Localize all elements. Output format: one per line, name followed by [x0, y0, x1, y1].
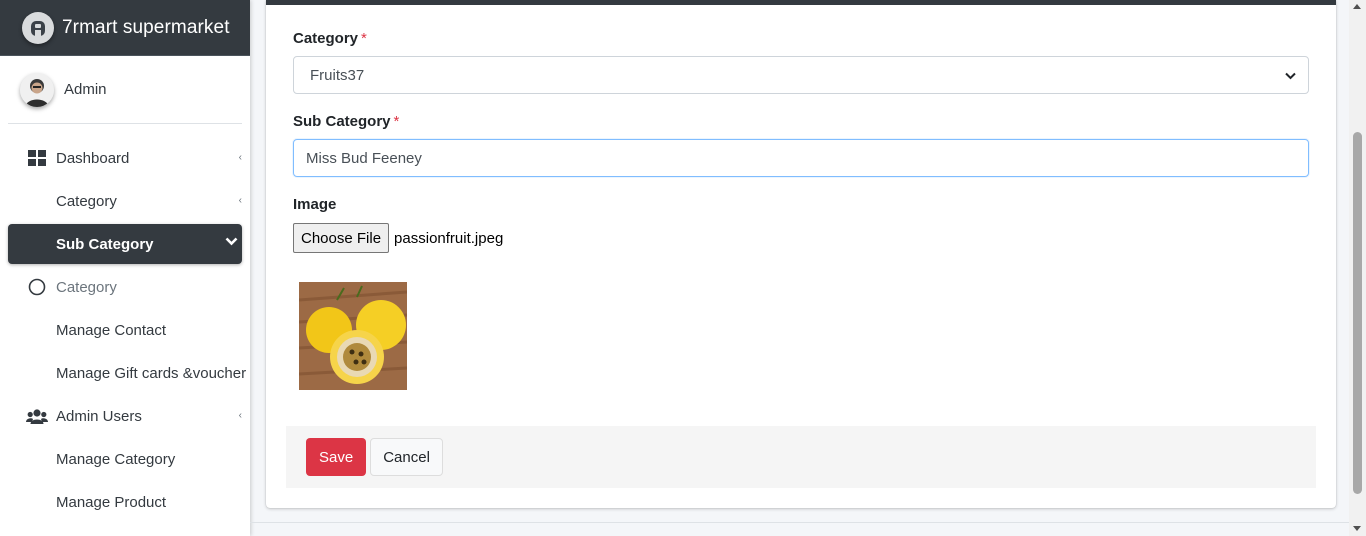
sidebar-item-manage-gift-cards[interactable]: Manage Gift cards &voucher [8, 353, 246, 393]
category-select[interactable]: Fruits37 [293, 56, 1309, 94]
sidebar-nav: Dashboard ‹ Category ‹ Sub Category Cate… [0, 138, 250, 522]
sub-category-label-text: Sub Category [293, 113, 391, 130]
sidebar-item-label: Category [56, 278, 117, 296]
category-select-value: Fruits37 [310, 66, 365, 84]
sidebar-item-dashboard[interactable]: Dashboard ‹ [8, 138, 242, 178]
category-label-text: Category [293, 30, 359, 47]
sidebar-item-sub-category[interactable]: Sub Category [8, 224, 242, 264]
sub-category-input-value: Miss Bud Feeney [306, 149, 422, 167]
required-marker: * [361, 30, 367, 47]
sub-category-input[interactable]: Miss Bud Feeney [293, 139, 1309, 177]
card-top-border [266, 0, 1336, 5]
category-group: Category * Fruits37 [293, 30, 1309, 94]
category-label: Category * [293, 30, 1309, 47]
brand-circle-icon [22, 11, 54, 44]
scrollbar-thumb[interactable] [1353, 132, 1362, 494]
sidebar: 7rmart supermarket Admin Dashboard ‹ Cat… [0, 0, 250, 536]
page-scrollbar[interactable] [1349, 0, 1366, 536]
sidebar-item-label: Manage Gift cards &voucher [56, 364, 247, 382]
required-marker: * [393, 113, 400, 130]
save-button[interactable]: Save [306, 438, 367, 476]
file-input: Choose File passionfruit.jpeg [293, 223, 1309, 253]
sidebar-item-label: Category [56, 192, 117, 210]
scroll-up-icon[interactable] [1353, 4, 1361, 9]
footer-divider [250, 522, 1349, 523]
users-icon [25, 408, 49, 424]
sidebar-item-manage-category[interactable]: Manage Category [8, 439, 242, 479]
dashboard-grid-icon [25, 150, 49, 166]
edit-sub-category-card: Category * Fruits37 Sub Category * Miss Bu… [266, 0, 1336, 508]
user-name: Admin [64, 81, 107, 98]
image-preview [298, 282, 408, 390]
brand-name: 7rmart supermarket [62, 16, 230, 38]
sidebar-item-label: Manage Category [56, 450, 176, 468]
sidebar-item-category[interactable]: Category ‹ [8, 181, 242, 221]
image-label: Image [293, 196, 337, 213]
sidebar-item-manage-contact[interactable]: Manage Contact [8, 310, 242, 350]
sidebar-item-label: Admin Users [56, 407, 142, 425]
image-group: Image Choose File passionfruit.jpeg [293, 196, 1309, 390]
card-footer: Save Cancel [286, 426, 1316, 488]
sidebar-item-label: Sub Category [56, 235, 154, 253]
file-name: passionfruit.jpeg [394, 229, 504, 247]
sub-category-form: Category * Fruits37 Sub Category * Miss Bu… [266, 30, 1336, 390]
avatar [20, 72, 54, 107]
sidebar-item-label: Dashboard [56, 149, 130, 167]
sub-category-label: Sub Category * [293, 113, 1309, 130]
chevron-down-icon [225, 237, 238, 249]
sub-category-group: Sub Category * Miss Bud Feeney [293, 113, 1309, 177]
choose-file-button[interactable]: Choose File [293, 223, 390, 253]
sidebar-item-label: Manage Contact [56, 321, 167, 339]
chevron-down-icon [1285, 67, 1296, 84]
scroll-down-icon[interactable] [1353, 526, 1361, 531]
angle-left-icon: ‹ [238, 195, 242, 206]
sidebar-item-admin-users[interactable]: Admin Users ‹ [8, 396, 242, 436]
sidebar-item-label: Manage Product [56, 493, 167, 511]
sidebar-item-manage-product[interactable]: Manage Product [8, 482, 242, 522]
angle-left-icon: ‹ [238, 152, 242, 163]
brand-link[interactable]: 7rmart supermarket [0, 0, 250, 56]
circle-outline-icon [25, 278, 49, 296]
user-panel[interactable]: Admin [8, 56, 242, 124]
angle-left-icon: ‹ [238, 410, 242, 421]
sidebar-item-category-sub[interactable]: Category [8, 267, 242, 307]
cancel-button[interactable]: Cancel [370, 438, 443, 476]
